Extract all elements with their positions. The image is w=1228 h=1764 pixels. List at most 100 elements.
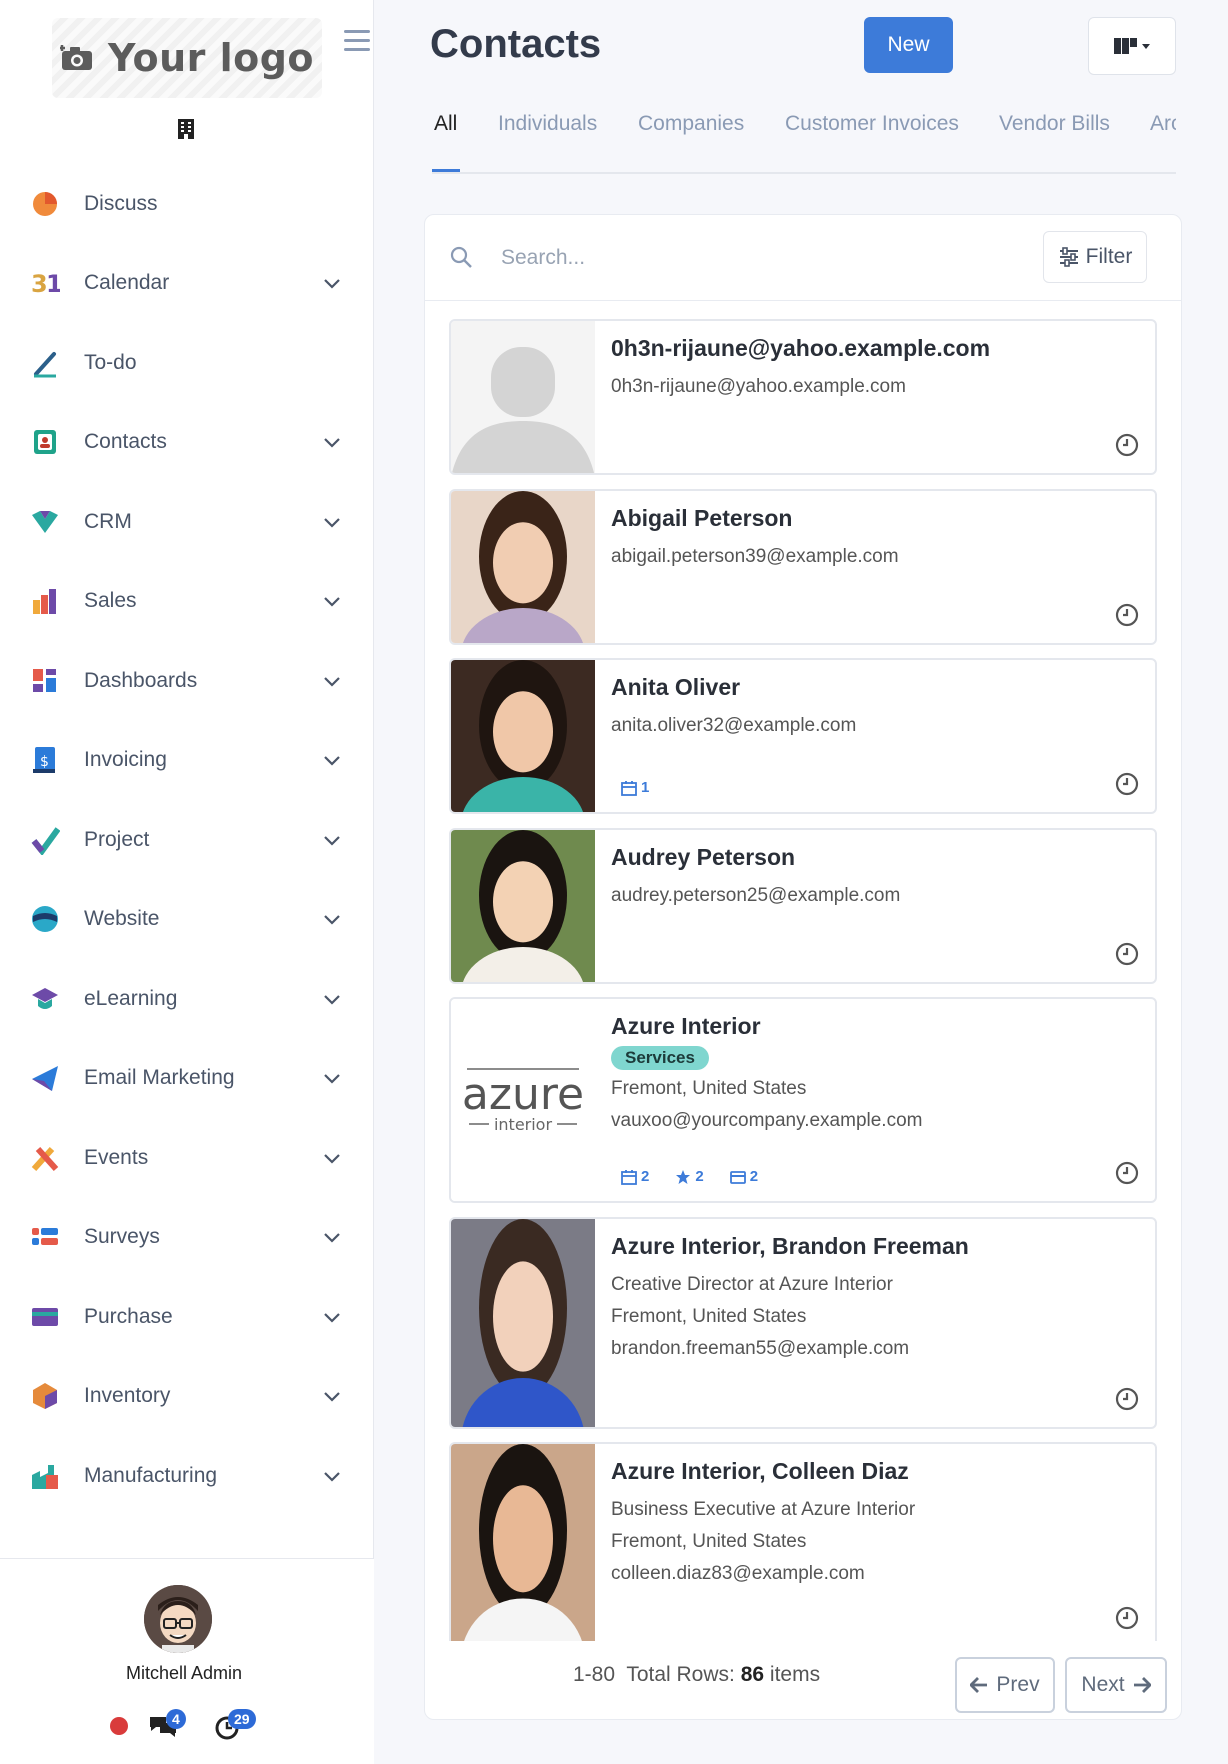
view-switcher-button[interactable]	[1088, 17, 1176, 75]
sidebar-item-label: To-do	[84, 351, 137, 374]
sales-icon	[33, 589, 56, 614]
activity-clock-icon[interactable]	[1115, 1161, 1139, 1185]
stat-button[interactable]: 1	[621, 779, 649, 796]
activity-clock-icon[interactable]	[1115, 1606, 1139, 1630]
contact-info: Anita Oliver anita.oliver32@example.com	[611, 674, 1135, 737]
chevron-down-icon[interactable]	[322, 909, 342, 929]
sidebar-item-surveys[interactable]: Surveys	[0, 1209, 374, 1265]
tab-customer-invoices[interactable]: Customer Invoices	[785, 112, 959, 136]
sidebar-item-email-marketing[interactable]: Email Marketing	[0, 1050, 374, 1106]
search-input[interactable]	[501, 239, 1001, 277]
search-bar: Filter	[425, 215, 1181, 301]
contact-image	[451, 321, 595, 473]
contact-name: Azure Interior, Colleen Diaz	[611, 1458, 909, 1484]
stat-count: 2	[749, 1168, 759, 1185]
sidebar-item-elearning[interactable]: eLearning	[0, 971, 374, 1027]
avatar[interactable]	[144, 1585, 212, 1653]
contact-info: Azure Interior, Colleen Diaz Business Exe…	[611, 1458, 1135, 1585]
sidebar: Your logo Discuss 3 1 Calendar To-do Contacts…	[0, 0, 374, 1764]
contact-detail: Business Executive at Azure Interior	[611, 1499, 916, 1520]
contact-detail: Fremont, United States	[611, 1531, 807, 1552]
sidebar-item-sales[interactable]: Sales	[0, 573, 374, 629]
sidebar-item-calendar[interactable]: 3 1 Calendar	[0, 255, 374, 311]
activity-clock-icon[interactable]	[1115, 433, 1139, 457]
filter-button[interactable]: Filter	[1043, 231, 1147, 283]
chevron-down-icon[interactable]	[322, 512, 342, 532]
tab-individuals[interactable]: Individuals	[498, 112, 597, 136]
contact-card[interactable]: Audrey Peterson audrey.peterson25@example…	[449, 828, 1157, 984]
contact-detail: colleen.diaz83@example.com	[611, 1563, 865, 1584]
tab-arc[interactable]: Arc	[1150, 112, 1176, 136]
contact-stats: 2 2 2	[621, 1168, 758, 1185]
activity-clock-icon[interactable]	[1115, 603, 1139, 627]
chevron-down-icon[interactable]	[322, 273, 342, 293]
sidebar-item-project[interactable]: Project	[0, 812, 374, 868]
contact-card[interactable]: azure interior Azure Interior Services Fremo…	[449, 997, 1157, 1203]
prev-page-button[interactable]: Prev	[955, 1657, 1055, 1713]
new-button[interactable]: New	[864, 17, 953, 73]
chevron-down-icon[interactable]	[322, 1227, 342, 1247]
contacts-icon	[34, 430, 56, 454]
contact-card[interactable]: Azure Interior, Brandon Freeman Creative …	[449, 1217, 1157, 1429]
sidebar-item-purchase[interactable]: Purchase	[0, 1289, 374, 1345]
sidebar-item-label: Surveys	[84, 1225, 160, 1248]
contact-detail: vauxoo@yourcompany.example.com	[611, 1110, 923, 1131]
chevron-down-icon[interactable]	[322, 591, 342, 611]
stat-button[interactable]: 2	[621, 1168, 649, 1185]
azure-logo: azureinterior	[451, 999, 595, 1201]
contact-image	[451, 660, 595, 812]
chevron-down-icon[interactable]	[322, 989, 342, 1009]
chevron-down-icon[interactable]	[322, 671, 342, 691]
calendar-icon	[621, 1169, 637, 1185]
chevron-down-icon[interactable]	[322, 1068, 342, 1088]
contact-photo	[451, 660, 595, 812]
sidebar-item-label: Project	[84, 828, 150, 851]
chevron-down-icon[interactable]	[322, 1466, 342, 1486]
activity-clock-icon[interactable]	[1115, 1387, 1139, 1411]
dashboards-icon	[33, 669, 56, 692]
contact-photo	[451, 830, 595, 982]
sidebar-item-inventory[interactable]: Inventory	[0, 1368, 374, 1424]
sidebar-item-manufacturing[interactable]: Manufacturing	[0, 1448, 374, 1504]
activity-clock-icon[interactable]	[1115, 942, 1139, 966]
tab-vendor-bills[interactable]: Vendor Bills	[999, 112, 1110, 136]
chevron-down-icon[interactable]	[322, 1148, 342, 1168]
chevron-down-icon[interactable]	[322, 432, 342, 452]
tab-all[interactable]: All	[434, 112, 457, 136]
sidebar-item-crm[interactable]: CRM	[0, 494, 374, 550]
sidebar-item-label: Invoicing	[84, 748, 167, 771]
contact-detail: Fremont, United States	[611, 1078, 807, 1099]
chevron-down-icon[interactable]	[322, 1307, 342, 1327]
invoicing-icon: $	[33, 747, 55, 773]
sidebar-item-label: Calendar	[84, 271, 170, 294]
sidebar-item-website[interactable]: Website	[0, 891, 374, 947]
company-logo[interactable]: Your logo	[52, 18, 322, 98]
sidebar-item-label: CRM	[84, 510, 132, 533]
contact-info: Azure Interior Services Fremont, United St…	[611, 1013, 1135, 1132]
chevron-down-icon[interactable]	[322, 750, 342, 770]
sidebar-item-label: Discuss	[84, 192, 158, 215]
tab-companies[interactable]: Companies	[638, 112, 744, 136]
svg-text:$: $	[40, 754, 49, 770]
sidebar-item-to-do[interactable]: To-do	[0, 335, 374, 391]
status-indicator[interactable]	[110, 1717, 128, 1735]
contact-card[interactable]: Anita Oliver anita.oliver32@example.com 1	[449, 658, 1157, 814]
menu-toggle-icon[interactable]	[344, 30, 370, 52]
sidebar-item-events[interactable]: Events	[0, 1130, 374, 1186]
next-page-button[interactable]: Next	[1065, 1657, 1167, 1713]
contact-info: Azure Interior, Brandon Freeman Creative …	[611, 1233, 1135, 1360]
contact-card[interactable]: Azure Interior, Colleen Diaz Business Exe…	[449, 1442, 1157, 1641]
sidebar-item-contacts[interactable]: Contacts	[0, 414, 374, 470]
stat-button[interactable]: 2	[729, 1168, 759, 1185]
search-icon	[450, 246, 472, 268]
contact-card[interactable]: Abigail Peterson abigail.peterson39@examp…	[449, 489, 1157, 645]
sidebar-item-discuss[interactable]: Discuss	[0, 176, 374, 232]
activity-clock-icon[interactable]	[1115, 772, 1139, 796]
contact-card[interactable]: 0h3n-rijaune@yahoo.example.com 0h3n-rijau…	[449, 319, 1157, 475]
chevron-down-icon[interactable]	[322, 830, 342, 850]
stat-button[interactable]: 2	[675, 1168, 704, 1185]
inventory-icon	[33, 1383, 57, 1409]
sidebar-item-dashboards[interactable]: Dashboards	[0, 653, 374, 709]
chevron-down-icon[interactable]	[322, 1386, 342, 1406]
sidebar-item-invoicing[interactable]: $ Invoicing	[0, 732, 374, 788]
